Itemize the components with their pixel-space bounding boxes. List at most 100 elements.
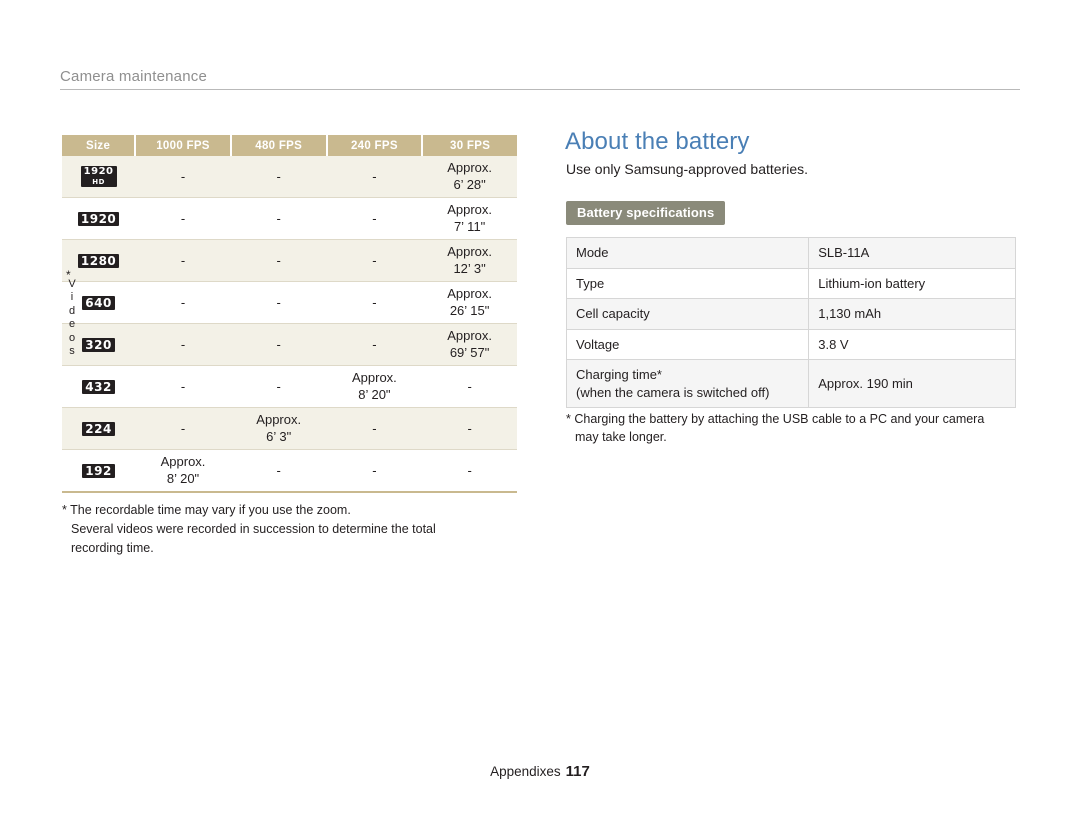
charging-time-label: Charging time*: [576, 367, 662, 383]
column-header-240fps: 240 FPS: [325, 135, 423, 156]
cell-30fps-approx: Approx.: [447, 244, 493, 260]
table-row: 1280 - - - Approx. 12’ 3": [62, 239, 517, 282]
cell-30fps: -: [422, 365, 517, 408]
cell-240fps: -: [326, 449, 423, 493]
resolution-192-icon: 192: [82, 463, 115, 479]
resolution-badge-cell: 192: [62, 449, 136, 493]
cell-480fps: -: [230, 449, 327, 493]
table-row: Mode SLB-11A: [565, 237, 1016, 269]
cell-480fps: -: [230, 365, 327, 408]
table-row: 1920 - - - Approx. 7’ 11": [62, 197, 517, 240]
cell-30fps: Approx. 26’ 15": [422, 281, 517, 324]
cell-30fps-approx: Approx.: [447, 328, 493, 344]
footer-section-label: Appendixes: [490, 764, 561, 779]
cell-30fps-time: 26’ 15": [449, 302, 490, 318]
video-recording-time-table: Size 1000 FPS 480 FPS 240 FPS 30 FPS 192…: [62, 135, 517, 493]
table-row: Voltage 3.8 V: [565, 328, 1016, 361]
battery-row-label: Mode: [565, 237, 810, 269]
battery-row-value: Lithium-ion battery: [808, 267, 1016, 300]
page-title: Camera maintenance: [60, 68, 208, 85]
cell-1000fps: -: [135, 156, 231, 198]
header-divider: [60, 89, 1020, 90]
column-header-1000fps: 1000 FPS: [134, 135, 231, 156]
cell-240fps-approx: Approx.: [351, 370, 397, 386]
resolution-1280-icon: 1280: [77, 253, 120, 269]
battery-footnote: * Charging the battery by attaching the …: [566, 410, 1026, 446]
table-header-row: Size 1000 FPS 480 FPS 240 FPS 30 FPS: [62, 135, 517, 156]
battery-specifications-table: Mode SLB-11A Type Lithium-ion battery Ce…: [565, 237, 1016, 409]
battery-row-value: 1,130 mAh: [808, 298, 1016, 330]
cell-240fps: -: [326, 407, 423, 450]
battery-row-label: Type: [565, 267, 810, 300]
battery-footnote-line-2: may take longer.: [575, 430, 667, 445]
cell-30fps-time: 7’ 11": [453, 218, 486, 234]
resolution-badge-cell: 432: [62, 365, 136, 408]
videos-vertical-label: V i d e o s: [68, 278, 76, 358]
resolution-1920-icon: 1920: [77, 211, 120, 227]
cell-240fps: -: [326, 197, 423, 240]
resolution-main-text: 1920: [83, 166, 114, 178]
resolution-224-icon: 224: [82, 421, 115, 437]
column-header-480fps: 480 FPS: [229, 135, 327, 156]
table-row: Charging time* (when the camera is switc…: [565, 359, 1016, 409]
resolution-sub-text: HD: [92, 177, 105, 186]
cell-30fps-approx: Approx.: [447, 202, 493, 218]
video-table-footnote: * The recordable time may vary if you us…: [62, 501, 532, 557]
cell-480fps: -: [230, 156, 327, 198]
cell-30fps: Approx. 6’ 28": [422, 156, 517, 198]
cell-240fps: -: [326, 281, 423, 324]
table-row: 1920 HD - - - Approx. 6’ 28": [62, 156, 517, 198]
cell-1000fps: -: [135, 407, 231, 450]
page-header: Camera maintenance: [60, 68, 1020, 90]
cell-30fps: Approx. 7’ 11": [422, 197, 517, 240]
table-row: 192 Approx. 8’ 20" - - -: [62, 449, 517, 493]
cell-480fps: -: [230, 197, 327, 240]
table-row: 320 - - - Approx. 69’ 57": [62, 323, 517, 366]
table-row: 432 - - Approx. 8’ 20" -: [62, 365, 517, 408]
cell-30fps: Approx. 12’ 3": [422, 239, 517, 282]
cell-240fps: -: [326, 239, 423, 282]
battery-row-value: Approx. 190 min: [808, 359, 1016, 409]
resolution-badge-cell: 1920 HD: [62, 156, 136, 198]
cell-240fps: -: [326, 323, 423, 366]
cell-1000fps: Approx. 8’ 20": [135, 449, 231, 493]
cell-1000fps-approx: Approx.: [160, 454, 206, 470]
cell-240fps: -: [326, 156, 423, 198]
cell-1000fps: -: [135, 197, 231, 240]
cell-30fps-time: 69’ 57": [449, 344, 490, 360]
charging-time-sublabel: (when the camera is switched off): [576, 384, 770, 400]
battery-row-value: 3.8 V: [808, 328, 1016, 361]
cell-1000fps: -: [135, 365, 231, 408]
cell-480fps: -: [230, 323, 327, 366]
cell-480fps-time: 6’ 3": [266, 428, 292, 444]
cell-240fps: Approx. 8’ 20": [326, 365, 423, 408]
cell-480fps: -: [230, 239, 327, 282]
battery-specifications-tag: Battery specifications: [566, 201, 726, 225]
battery-footnote-line-1: * Charging the battery by attaching the …: [566, 412, 985, 426]
cell-1000fps: -: [135, 239, 231, 282]
resolution-badge-cell: 224: [62, 407, 136, 450]
cell-1000fps: -: [135, 281, 231, 324]
page-footer: Appendixes 117: [0, 763, 1080, 780]
cell-30fps-approx: Approx.: [447, 286, 493, 302]
table-row: Type Lithium-ion battery: [565, 267, 1016, 300]
cell-30fps-time: 12’ 3": [453, 260, 486, 276]
cell-480fps: Approx. 6’ 3": [230, 407, 327, 450]
resolution-640-icon: 640: [82, 295, 115, 311]
column-header-size: Size: [62, 135, 136, 156]
cell-30fps-approx: Approx.: [447, 160, 493, 176]
cell-240fps-time: 8’ 20": [358, 386, 391, 402]
cell-1000fps: -: [135, 323, 231, 366]
battery-row-label: Voltage: [565, 328, 810, 361]
resolution-badge-cell: 1280: [62, 239, 136, 282]
battery-row-label-charging: Charging time* (when the camera is switc…: [565, 359, 810, 409]
cell-480fps: -: [230, 281, 327, 324]
resolution-badge-cell: 1920: [62, 197, 136, 240]
footnote-line-2: Several videos were recorded in successi…: [71, 521, 436, 536]
battery-subtext: Use only Samsung-approved batteries.: [566, 161, 809, 177]
column-header-30fps: 30 FPS: [421, 135, 517, 156]
about-the-battery-heading: About the battery: [565, 128, 750, 155]
cell-30fps: -: [422, 449, 517, 493]
battery-row-value: SLB-11A: [808, 237, 1016, 269]
cell-30fps: -: [422, 407, 517, 450]
